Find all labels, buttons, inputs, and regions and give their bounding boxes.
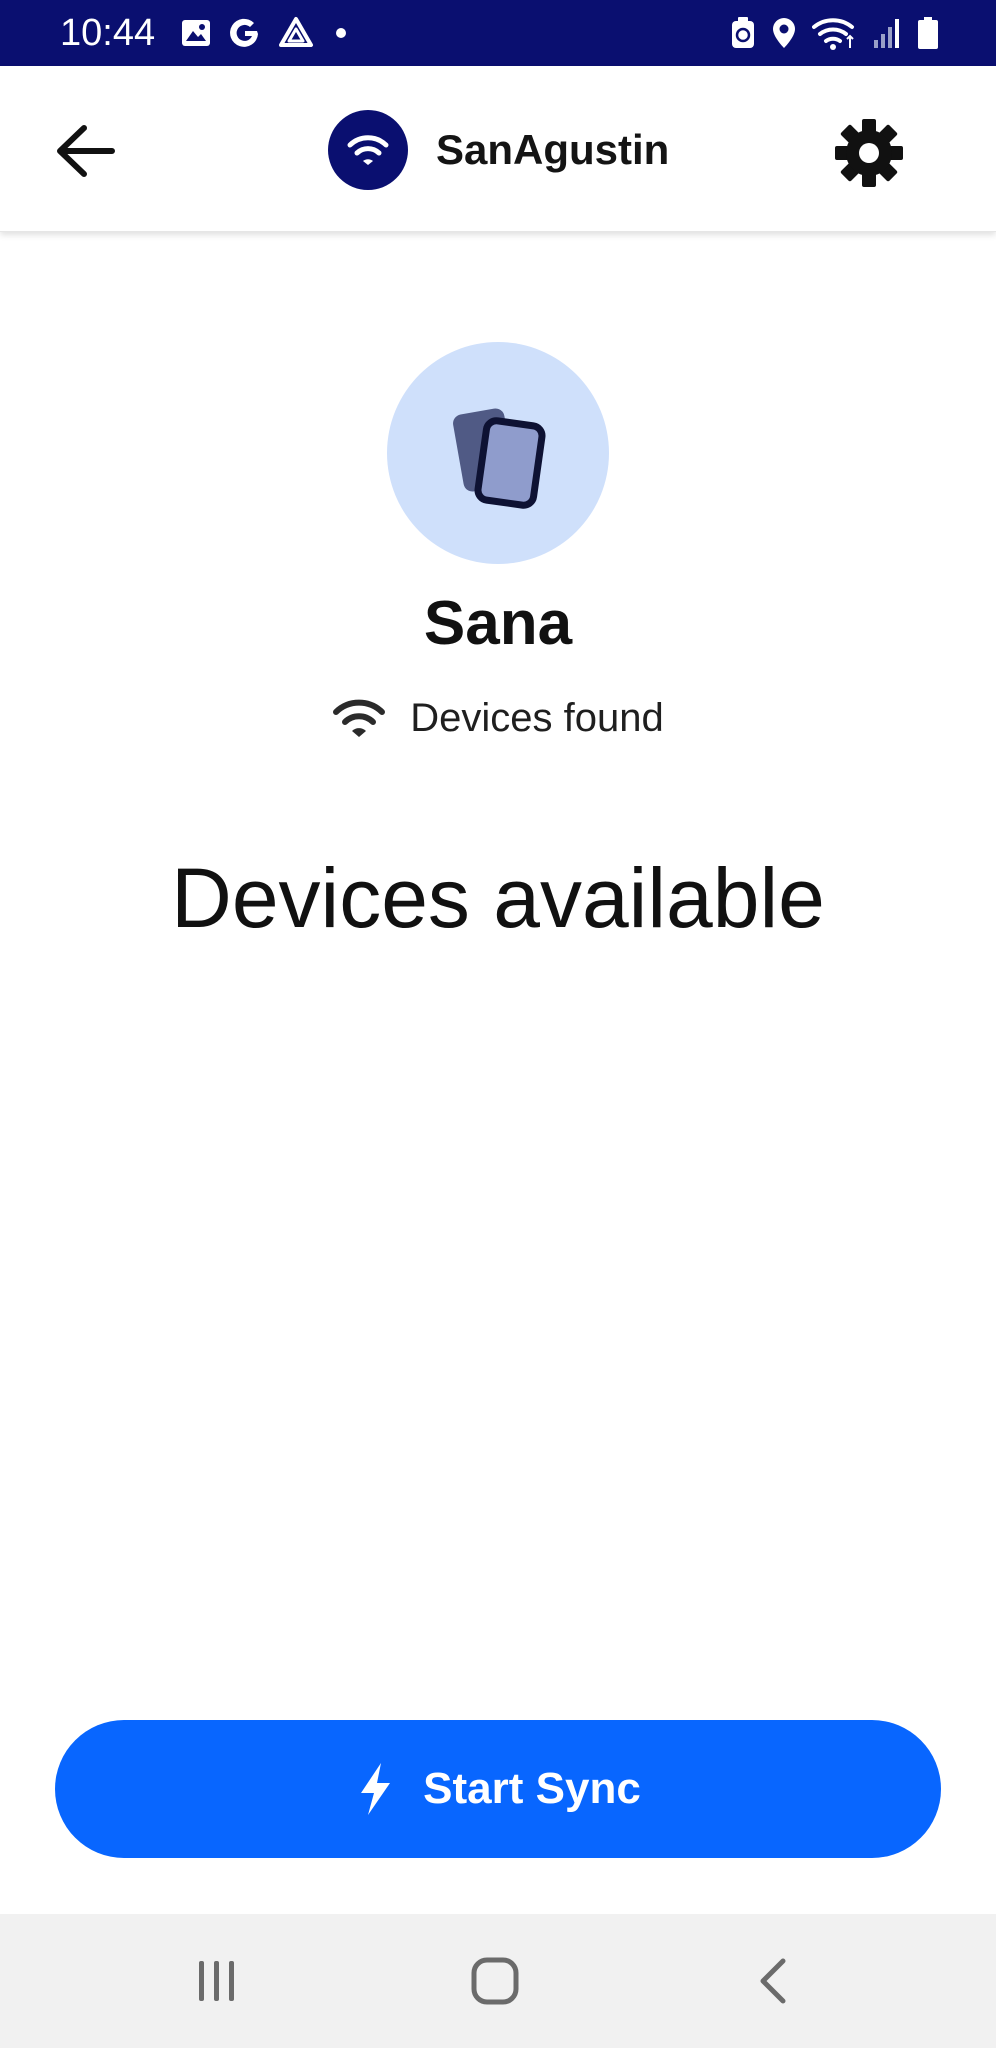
system-back-button[interactable]	[728, 1944, 818, 2018]
home-icon	[471, 1957, 519, 2005]
start-sync-button[interactable]: Start Sync	[55, 1720, 941, 1858]
gear-icon	[835, 119, 903, 187]
settings-button[interactable]	[826, 110, 912, 196]
device-status-text: Devices found	[410, 696, 664, 740]
battery-icon	[918, 17, 938, 49]
recents-icon	[199, 1961, 234, 2001]
signal-icon	[874, 19, 899, 48]
gallery-icon	[182, 20, 210, 46]
drive-icon	[279, 17, 313, 47]
device-name: Sana	[423, 589, 573, 658]
app-bar: SanAgustin	[0, 66, 996, 232]
location-icon	[773, 18, 795, 48]
back-button[interactable]	[48, 114, 122, 188]
device-status: Devices found	[0, 692, 996, 744]
start-sync-label: Start Sync	[423, 1764, 641, 1813]
wifi-icon	[347, 135, 389, 165]
back-icon	[760, 1958, 786, 2004]
recents-button[interactable]	[172, 1944, 262, 2018]
device-avatar	[387, 342, 609, 564]
wifi-status-icon	[333, 699, 386, 737]
network-badge	[328, 110, 408, 190]
devices-icon	[453, 408, 546, 509]
network-name: SanAgustin	[436, 126, 670, 173]
status-right-icons	[730, 14, 940, 52]
status-bar: 10:44	[0, 0, 996, 66]
status-time: 10:44	[60, 12, 156, 54]
lightning-icon	[361, 1763, 391, 1815]
wifi-icon	[812, 18, 854, 50]
devices-available-heading: Devices available	[171, 851, 825, 945]
status-left-icons	[180, 14, 352, 52]
dot-icon	[336, 28, 346, 38]
system-nav-bar	[0, 1914, 996, 2048]
home-button[interactable]	[450, 1944, 540, 2018]
arrow-left-icon	[57, 125, 115, 177]
google-icon	[230, 18, 258, 47]
battery-saver-icon	[732, 17, 754, 48]
